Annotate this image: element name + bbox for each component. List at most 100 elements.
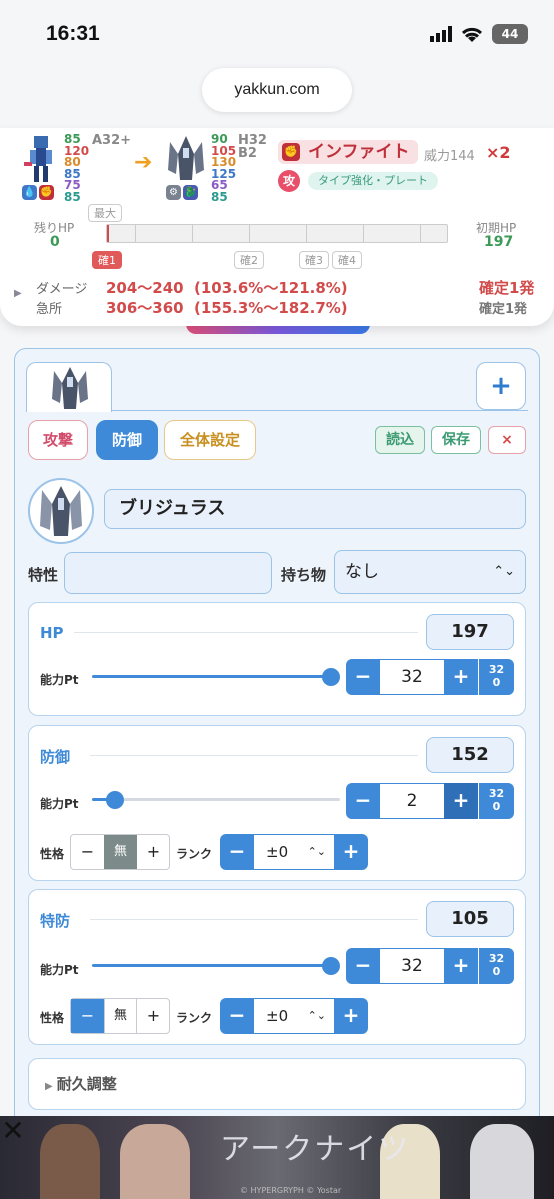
type-boost-tag[interactable]: タイプ強化・プレート [308, 172, 438, 190]
status-bar: 16:31 44 [0, 0, 554, 70]
hp-pt-slider-thumb[interactable] [322, 668, 340, 686]
defense-stat-value[interactable]: 152 [426, 737, 514, 773]
spdef-pt-value[interactable]: 32 [380, 948, 444, 984]
expand-triangle-icon[interactable]: ▶ [14, 288, 22, 299]
add-tab-button[interactable]: + [476, 362, 526, 410]
nature-minus-button[interactable]: − [71, 835, 104, 869]
decrement-button[interactable]: − [346, 948, 380, 984]
remaining-hp-value: 0 [50, 234, 60, 250]
nature-plus-button[interactable]: + [137, 999, 170, 1033]
load-button[interactable]: 読込 [375, 426, 425, 454]
water-type-icon: 💧 [22, 185, 37, 200]
ad-close-icon[interactable]: ✕ [0, 1117, 26, 1145]
item-label: 持ち物 [281, 566, 327, 584]
durability-adjust-toggle[interactable]: ▶ 耐久調整 [28, 1058, 526, 1110]
chevron-updown-icon: ⌃⌄ [493, 564, 515, 579]
chevron-updown-icon: ⌃⌄ [307, 845, 326, 858]
defense-pt-slider-track [92, 798, 340, 801]
arrow-right-icon: ➔ [134, 150, 153, 175]
ad-copyright: © HYPERGRYPH © Yostar [240, 1186, 342, 1195]
decrement-button[interactable]: − [346, 783, 380, 819]
move-name: インファイト [308, 142, 410, 162]
rank-decrement-button[interactable]: − [220, 834, 254, 870]
wifi-icon [461, 27, 483, 42]
close-button[interactable]: × [488, 426, 526, 454]
fighting-type-icon: ✊ [39, 185, 54, 200]
item-value: なし [345, 562, 379, 582]
ability-input[interactable] [64, 552, 272, 594]
hp-pt-slider-track [92, 675, 332, 678]
spdef-pt-slider-track [92, 964, 332, 967]
item-select[interactable]: なし ⌃⌄ [334, 550, 526, 594]
ko2-marker: 確2 [234, 251, 264, 269]
hp-bar [106, 224, 448, 243]
damage-range: 204〜240 [106, 279, 184, 297]
dragon-type-icon: 🐉 [183, 185, 198, 200]
increment-button[interactable]: + [444, 659, 478, 695]
pokemon-avatar-sprite [40, 486, 82, 536]
attacker-sprite [24, 136, 52, 182]
ability-pt-label: 能力Pt [40, 797, 79, 811]
pokemon-tab[interactable] [26, 362, 112, 412]
nature-neutral-button[interactable]: 無 [104, 999, 137, 1033]
chevron-updown-icon: ⌃⌄ [307, 1009, 326, 1022]
spdef-nature-selector: − 無 + [70, 998, 170, 1034]
rank-increment-button[interactable]: + [334, 998, 368, 1034]
increment-button[interactable]: + [444, 783, 478, 819]
attacker-stats: 85 120 80 85 75 85 [64, 132, 90, 204]
max-min-toggle[interactable]: 32 0 [478, 659, 514, 695]
defender-sprite [168, 136, 204, 180]
ability-label: 特性 [28, 566, 59, 584]
ability-pt-label: 能力Pt [40, 963, 79, 977]
move-name-badge[interactable]: ✊ インファイト [278, 140, 418, 164]
hp-pt-value[interactable]: 32 [380, 659, 444, 695]
nature-plus-button[interactable]: + [137, 835, 170, 869]
rank-select[interactable]: ±0 ⌃⌄ [254, 834, 334, 870]
battery-icon: 44 [492, 24, 528, 44]
defense-nature-selector: − 無 + [70, 834, 170, 870]
nature-minus-button[interactable]: − [71, 999, 104, 1033]
crit-ko-result: 確定1発 [479, 302, 528, 317]
crit-percent: (155.3%〜182.7%) [194, 299, 348, 317]
defense-mode-button[interactable]: 防御 [96, 420, 158, 460]
damage-label: ダメージ [36, 282, 88, 297]
ad-character-4 [470, 1124, 534, 1199]
attack-mode-button[interactable]: 攻撃 [28, 420, 88, 460]
pokemon-name-input[interactable]: ブリジュラス [104, 489, 526, 529]
defense-pt-slider-thumb[interactable] [106, 791, 124, 809]
hp-bar-fill [107, 225, 109, 242]
avatar[interactable] [28, 478, 94, 544]
increment-button[interactable]: + [444, 948, 478, 984]
attacker-code: A32+ [92, 133, 132, 148]
spdef-pt-slider-thumb[interactable] [322, 957, 340, 975]
rank-increment-button[interactable]: + [334, 834, 368, 870]
global-settings-button[interactable]: 全体設定 [164, 420, 256, 460]
defender-stats: 90 105 130 125 65 85 [211, 132, 237, 204]
cellular-signal-icon [430, 26, 452, 42]
ko1-marker: 確1 [92, 251, 122, 269]
nature-label: 性格 [40, 1011, 65, 1025]
pokemon-tab-sprite [52, 367, 88, 409]
ad-character-1 [40, 1124, 100, 1199]
defense-pt-value[interactable]: 2 [380, 783, 444, 819]
rank-decrement-button[interactable]: − [220, 998, 254, 1034]
move-power: 威力144 [424, 149, 475, 164]
ko3-marker: 確3 [299, 251, 329, 269]
decrement-button[interactable]: − [346, 659, 380, 695]
ability-pt-label: 能力Pt [40, 673, 79, 687]
crit-label: 急所 [36, 302, 63, 317]
spdef-stat-value[interactable]: 105 [426, 901, 514, 937]
url-bar[interactable]: yakkun.com [202, 68, 352, 112]
max-marker: 最大 [88, 204, 122, 222]
effectiveness-multiplier: ×2 [486, 143, 511, 162]
crit-range: 306〜360 [106, 299, 184, 317]
max-min-toggle[interactable]: 32 0 [478, 783, 514, 819]
rank-select[interactable]: ±0 ⌃⌄ [254, 998, 334, 1034]
hp-stat-value[interactable]: 197 [426, 614, 514, 650]
ad-character-2 [120, 1124, 190, 1199]
max-min-toggle[interactable]: 32 0 [478, 948, 514, 984]
defender-code-b: B2 [238, 146, 257, 161]
stat-title-spdef: 特防 [40, 912, 71, 930]
save-button[interactable]: 保存 [431, 426, 481, 454]
nature-neutral-button[interactable]: 無 [104, 835, 137, 869]
